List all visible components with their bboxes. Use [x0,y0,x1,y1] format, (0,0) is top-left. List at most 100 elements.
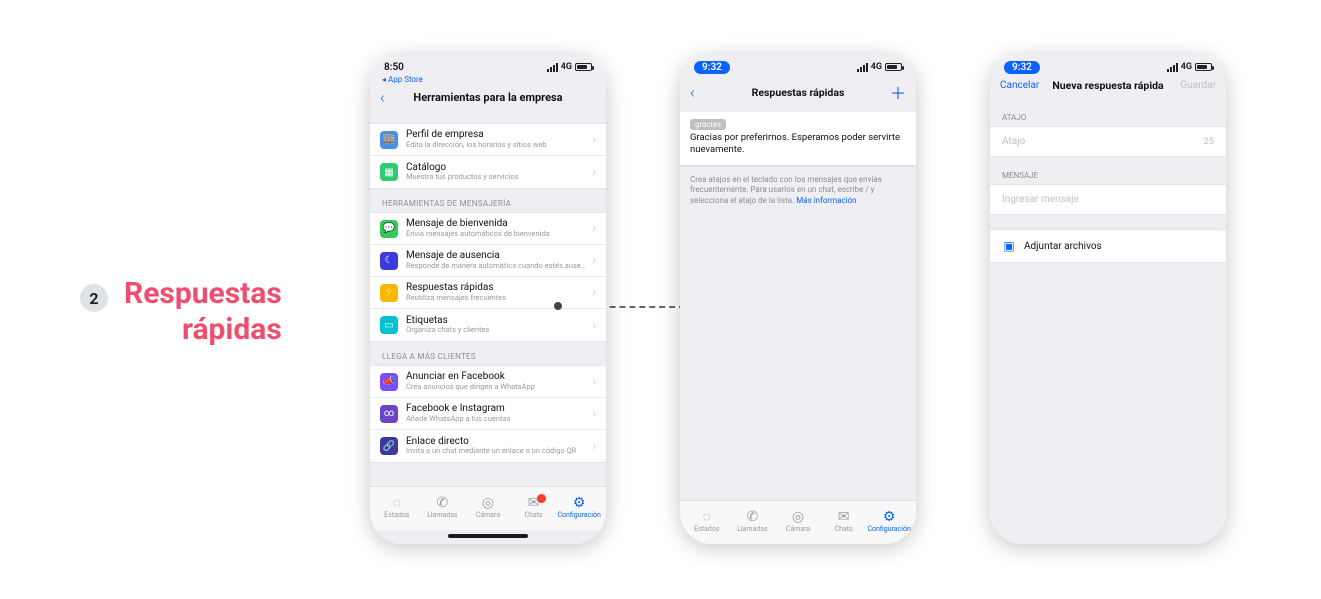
connector-dot [554,302,562,310]
settings-row[interactable]: ▦CatálogoMuestra tus productos y servici… [370,156,606,188]
tab-configuración[interactable]: ⚙Configuración [556,496,602,519]
row-desc: Reutiliza mensajes frecuentes [406,294,589,303]
tab-icon: ◌ [703,510,711,524]
settings-row[interactable]: 💬Mensaje de bienvenidaEnvía mensajes aut… [370,213,606,245]
back-to-appstore[interactable]: ◂ App Store [370,75,606,84]
row-title: Mensaje de bienvenida [406,218,589,230]
tab-cámara[interactable]: ◎Cámara [465,496,511,519]
battery-icon [885,63,902,71]
status-bar: 9:32 4G [990,54,1226,76]
tab-label: Chats [525,511,543,519]
row-title: Catálogo [406,162,589,174]
quick-reply-item[interactable]: gracias Gracias por preferirnos. Esperam… [680,112,916,166]
row-title: Perfil de empresa [406,129,589,141]
phone-3: 9:32 4G Cancelar Nueva respuesta rápida … [990,54,1226,544]
phone-2: 9:32 4G ‹ Respuestas rápidas ＋ gracias G… [680,54,916,544]
signal-icon [857,63,868,72]
quick-reply-tag: gracias [690,119,726,130]
settings-row[interactable]: 📣Anunciar en FacebookCrea anuncios que d… [370,366,606,398]
settings-row[interactable]: ▭EtiquetasOrganiza chats y clientes› [370,309,606,341]
row-desc: Crea anuncios que dirigen a WhatsApp [406,383,589,392]
tab-estados[interactable]: ◌Estados [684,510,730,533]
settings-group: 📣Anunciar en FacebookCrea anuncios que d… [370,365,606,463]
row-labels: EtiquetasOrganiza chats y clientes [406,315,589,335]
battery-icon [1195,63,1212,71]
tab-label: Llamadas [737,525,768,533]
tab-llamadas[interactable]: ✆Llamadas [730,510,776,533]
section-header-message: MENSAJE [990,157,1226,184]
network-label: 4G [561,62,572,72]
tab-label: Configuración [557,511,600,519]
network-label: 4G [1181,62,1192,72]
settings-row[interactable]: ☾Mensaje de ausenciaResponde de manera a… [370,245,606,277]
save-button[interactable]: Guardar [1180,80,1216,91]
tab-label: Llamadas [427,511,458,519]
attach-label: Adjuntar archivos [1024,241,1102,252]
more-info-link[interactable]: Más información [796,196,856,205]
row-desc: Organiza chats y clientes [406,326,589,335]
status-bar: 8:50 4G [370,54,606,76]
tab-configuración[interactable]: ⚙Configuración [866,510,912,533]
tab-icon: ⚙ [883,510,896,524]
settings-list: 🏬 Perfil de empresaEdita la dirección, lo… [370,115,606,486]
row-icon: 🔗 [380,437,398,455]
chevron-icon: › [593,440,596,453]
shortcut-input[interactable]: Atajo 25 [990,126,1226,157]
tab-label: Configuración [867,525,910,533]
camera-icon: ▣ [1002,239,1016,253]
tab-label: Cámara [786,525,810,533]
hint-text: Crea atajos en el teclado con los mensaj… [680,166,916,215]
tab-label: Estados [384,511,409,519]
settings-group: 💬Mensaje de bienvenidaEnvía mensajes aut… [370,212,606,342]
settings-row[interactable]: 🔗Enlace directoInvita a un chat mediante… [370,430,606,462]
tab-chats[interactable]: ✉Chats [821,510,867,533]
step-title: Respuestas rápidas [124,276,282,348]
settings-row[interactable]: ∞Facebook e InstagramAñade WhatsApp a tu… [370,398,606,430]
section-header-shortcut: ATAJO [990,99,1226,126]
back-button[interactable]: ‹ [690,83,706,102]
nav-bar: ‹ Herramientas para la empresa [370,84,606,115]
tab-chats[interactable]: ✉Chats [511,496,557,519]
row-desc: Edita la dirección, los horarios y sitio… [406,141,589,150]
tab-icon: ◎ [482,496,494,510]
tab-cámara[interactable]: ◎Cámara [775,510,821,533]
chevron-icon: › [593,254,596,267]
signal-icon [547,63,558,72]
signal-icon [1167,63,1178,72]
phone-1: 8:50 4G ◂ App Store ‹ Herramientas para … [370,54,606,544]
step-title-line2: rápidas [124,312,282,348]
status-bar: 9:32 4G [680,54,916,76]
back-button[interactable]: ‹ [380,88,396,107]
step-title-line1: Respuestas [124,276,282,312]
shortcut-counter: 25 [1204,137,1214,147]
status-time: 8:50 [384,62,404,73]
add-button[interactable]: ＋ [890,80,906,104]
row-desc: Añade WhatsApp a tus cuentas [406,415,589,424]
tab-icon: ✉ [838,510,850,524]
row-icon: 🏬 [380,131,398,149]
tab-icon: ◌ [393,496,401,510]
chevron-icon: › [593,319,596,332]
cancel-button[interactable]: Cancelar [1000,80,1039,91]
row-labels: Anunciar en FacebookCrea anuncios que di… [406,371,589,391]
row-title: Respuestas rápidas [406,282,589,294]
section-header: HERRAMIENTAS DE MENSAJERÍA [370,189,606,212]
row-desc: Muestra tus productos y servicios [406,173,589,182]
message-input[interactable]: Ingresar mensaje [990,184,1226,215]
row-title: Etiquetas [406,315,589,327]
quick-reply-text: Gracias por preferirnos. Esperamos poder… [680,132,916,165]
section-header: LLEGA A MÁS CLIENTES [370,342,606,365]
chevron-icon: › [593,407,596,420]
tab-estados[interactable]: ◌Estados [374,496,420,519]
row-icon: ☾ [380,252,398,270]
tab-llamadas[interactable]: ✆Llamadas [420,496,466,519]
attach-files-row[interactable]: ▣ Adjuntar archivos [990,229,1226,263]
row-labels: CatálogoMuestra tus productos y servicio… [406,162,589,182]
settings-row[interactable]: 🏬 Perfil de empresaEdita la dirección, lo… [370,124,606,156]
settings-group: 🏬 Perfil de empresaEdita la dirección, lo… [370,123,606,189]
status-time: 9:32 [694,61,730,74]
battery-icon [575,63,592,71]
settings-row[interactable]: ⚡Respuestas rápidasReutiliza mensajes fr… [370,277,606,309]
tab-label: Cámara [476,511,500,519]
row-icon: 💬 [380,220,398,238]
